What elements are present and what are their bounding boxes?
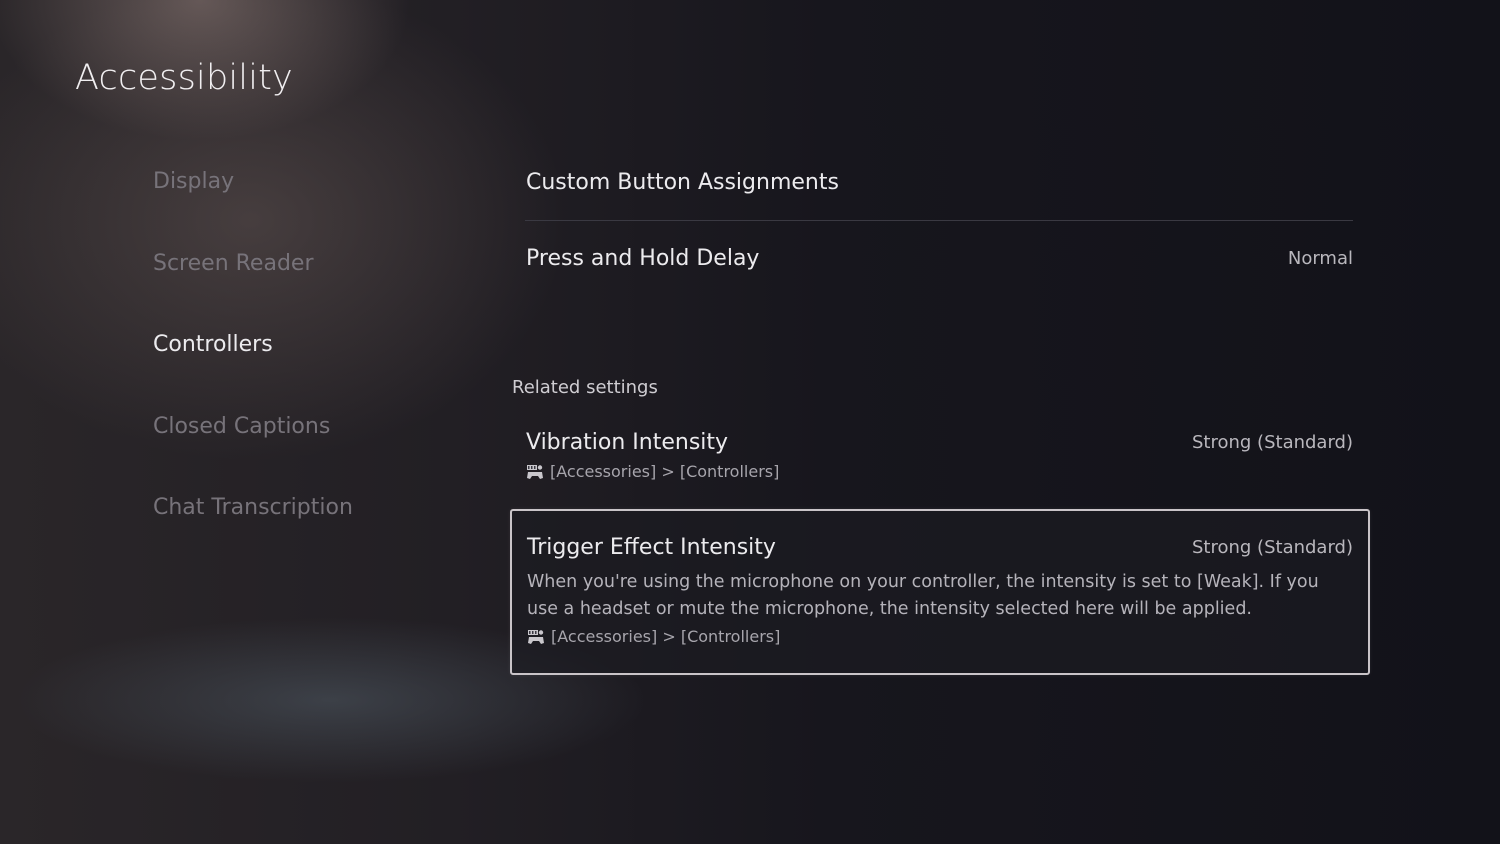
setting-value: Normal <box>1287 248 1353 269</box>
settings-path-text: [Accessories] > [Controllers] <box>551 627 781 646</box>
sidebar-item-closed-captions[interactable]: Closed Captions <box>153 409 353 491</box>
setting-label: Custom Button Assignments <box>526 170 839 195</box>
setting-value: Strong (Standard) <box>1192 537 1353 558</box>
settings-panel: Custom Button Assignments Press and Hold… <box>510 155 1370 675</box>
settings-path: [Accessories] > [Controllers] <box>526 462 1354 481</box>
sidebar-item-chat-transcription[interactable]: Chat Transcription <box>153 490 353 572</box>
settings-path-text: [Accessories] > [Controllers] <box>550 462 780 481</box>
sidebar-item-screen-reader[interactable]: Screen Reader <box>153 246 353 328</box>
setting-value: Strong (Standard) <box>1192 432 1353 453</box>
setting-description: When you're using the microphone on your… <box>527 572 1319 619</box>
sidebar: Display Screen Reader Controllers Closed… <box>153 164 353 572</box>
setting-vibration-intensity[interactable]: Vibration Intensity Strong (Standard) [A… <box>510 428 1370 492</box>
setting-press-and-hold-delay[interactable]: Press and Hold Delay Normal <box>510 221 1370 297</box>
controller-settings-icon <box>527 629 545 645</box>
controller-settings-icon <box>526 464 544 480</box>
related-settings-heading: Related settings <box>512 377 658 398</box>
setting-label: Press and Hold Delay <box>526 246 760 271</box>
page-title: Accessibility <box>75 58 293 98</box>
sidebar-item-display[interactable]: Display <box>153 164 353 246</box>
settings-path: [Accessories] > [Controllers] <box>527 627 1353 646</box>
setting-trigger-effect-intensity[interactable]: Trigger Effect Intensity Strong (Standar… <box>510 509 1370 675</box>
sidebar-item-controllers[interactable]: Controllers <box>153 327 353 409</box>
setting-custom-button-assignments[interactable]: Custom Button Assignments <box>510 155 1370 220</box>
